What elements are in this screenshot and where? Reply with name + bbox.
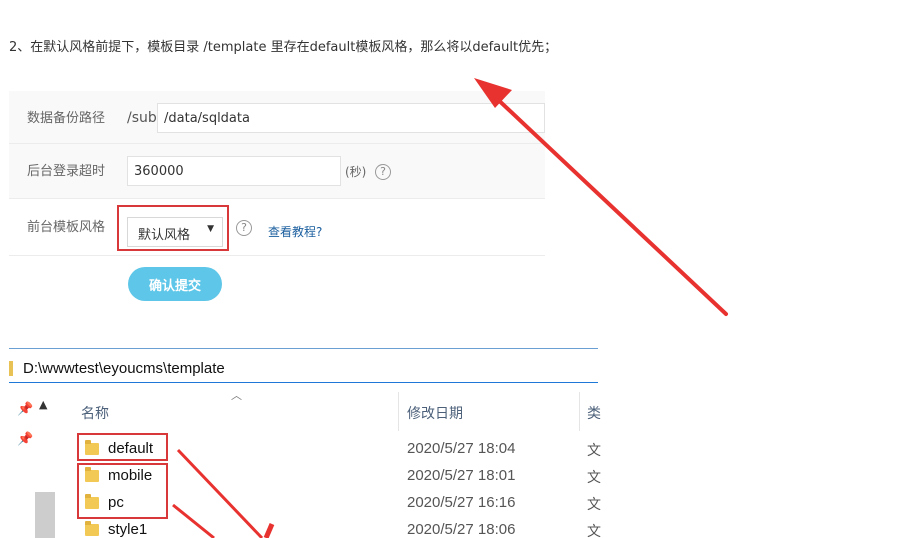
file-modified: 2020/5/27 18:06 [407,521,516,538]
backup-path-input[interactable] [157,103,545,133]
pin-icon[interactable]: 📌 [17,402,33,417]
file-modified: 2020/5/27 18:01 [407,467,516,484]
file-explorer: D:\wwwtest\eyoucms\template 📌 📌 ▲ 名称 ︿ 修… [9,348,601,538]
column-type[interactable]: 类 [587,403,601,423]
file-modified: 2020/5/27 16:16 [407,494,516,511]
submit-button[interactable]: 确认提交 [128,267,222,301]
login-timeout-row: 后台登录超时 (秒) ? [9,144,545,199]
instruction-text: 2、在默认风格前提下，模板目录 /template 里存在default模板风格… [9,40,558,55]
backup-path-prefix: /sub [127,110,157,126]
backup-path-label: 数据备份路径 [27,111,106,126]
timeout-unit: (秒) [345,165,367,179]
pin-icon[interactable]: 📌 [17,432,33,447]
folder-icon [9,361,13,376]
select-highlight-box [117,205,229,251]
column-divider[interactable] [579,392,580,431]
login-timeout-label: 后台登录超时 [27,164,106,179]
column-modified[interactable]: 修改日期 [407,403,463,423]
sort-caret-icon: ︿ [231,389,242,402]
scrollbar-thumb[interactable] [35,492,55,538]
file-row-style1[interactable]: style1 2020/5/27 18:06 文 [73,517,601,538]
navigation-pane: 📌 📌 ▲ [9,392,61,538]
folder-icon [85,521,99,536]
question-circle-icon[interactable]: ? [236,220,252,236]
divider [9,348,598,349]
template-style-label: 前台模板风格 [27,220,106,235]
file-name: style1 [108,521,148,538]
file-type: 文 [587,497,601,513]
address-path: D:\wwwtest\eyoucms\template [23,360,225,377]
column-header: 名称 ︿ 修改日期 类 [73,389,601,431]
chevron-up-icon[interactable]: ▲ [39,398,47,411]
file-modified: 2020/5/27 18:04 [407,440,516,457]
column-name[interactable]: 名称 [81,403,109,423]
settings-form: 数据备份路径 /sub 后台登录超时 (秒) ? 前台模板风格 默认风格 ▼ ?… [9,91,545,256]
tutorial-link[interactable]: 查看教程? [268,223,322,240]
login-timeout-input[interactable] [127,156,341,186]
column-divider[interactable] [398,392,399,431]
default-highlight-box [77,433,168,461]
file-type: 文 [587,524,601,538]
backup-path-row: 数据备份路径 /sub [9,91,545,144]
file-type: 文 [587,470,601,486]
template-style-row: 前台模板风格 默认风格 ▼ ? 查看教程? [9,199,545,256]
question-circle-icon[interactable]: ? [375,164,391,180]
file-type: 文 [587,443,601,459]
address-bar[interactable]: D:\wwwtest\eyoucms\template [9,356,598,383]
mobile-pc-highlight-box [77,463,168,519]
